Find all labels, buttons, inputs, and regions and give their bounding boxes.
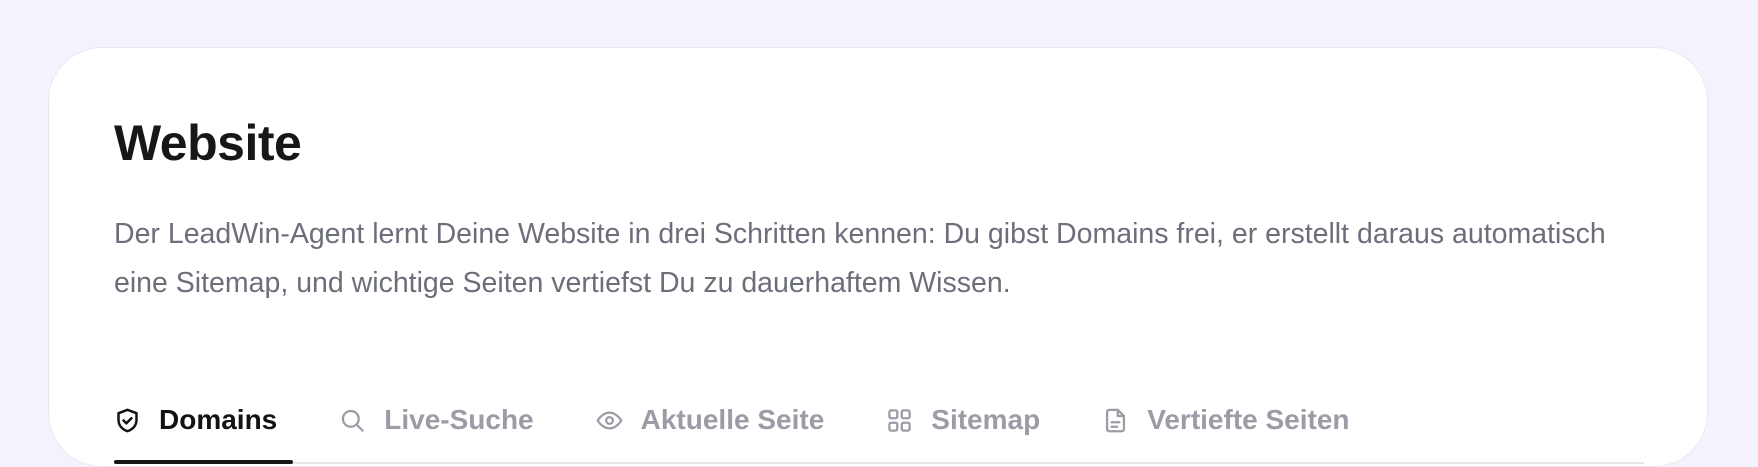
- tab-label: Aktuelle Seite: [640, 404, 825, 435]
- website-settings-card: Website Der LeadWin-Agent lernt Deine We…: [48, 47, 1708, 467]
- tab-vertiefte-seiten[interactable]: Vertiefte Seiten: [1102, 396, 1350, 444]
- tab-bar: Domains Live-Suche Aktuelle Seite Sitema…: [114, 396, 1644, 464]
- tab-sitemap[interactable]: Sitemap: [886, 396, 1040, 444]
- tab-label: Sitemap: [931, 404, 1041, 435]
- tab-live-suche[interactable]: Live-Suche: [339, 396, 534, 444]
- tab-aktuelle-seite[interactable]: Aktuelle Seite: [596, 396, 825, 444]
- tab-label: Live-Suche: [384, 404, 534, 435]
- eye-icon: [596, 407, 623, 434]
- shield-check-icon: [114, 407, 141, 434]
- tab-label: Vertiefte Seiten: [1147, 404, 1350, 435]
- page-title: Website: [114, 115, 302, 171]
- tab-domains[interactable]: Domains: [114, 396, 294, 464]
- page-description: Der LeadWin-Agent lernt Deine Website in…: [114, 218, 1606, 299]
- search-icon: [339, 407, 366, 434]
- document-icon: [1102, 407, 1129, 434]
- grid-icon: [886, 407, 913, 434]
- tab-label: Domains: [159, 404, 278, 435]
